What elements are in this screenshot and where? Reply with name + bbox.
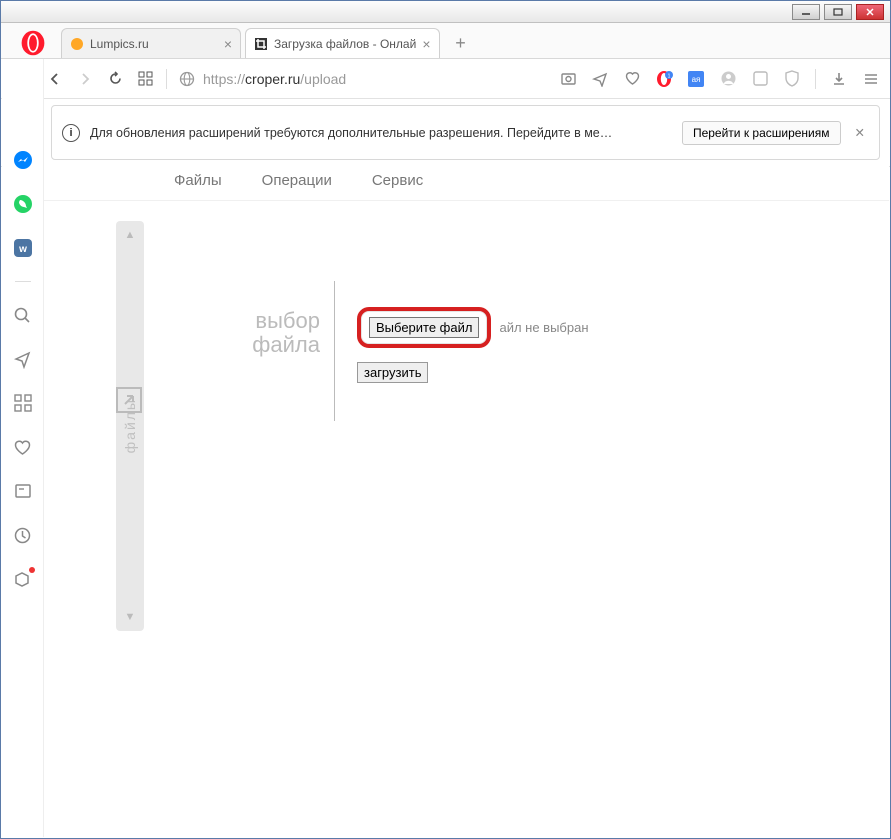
send-sidebar-icon[interactable] bbox=[12, 348, 34, 370]
minimize-button[interactable] bbox=[792, 4, 820, 20]
adblock-icon[interactable] bbox=[751, 70, 769, 88]
notification-close-icon[interactable]: ✕ bbox=[851, 125, 869, 140]
menu-operations[interactable]: Операции bbox=[262, 172, 332, 189]
download-icon[interactable] bbox=[830, 70, 848, 88]
messenger-icon[interactable] bbox=[12, 149, 34, 171]
tab-lumpics[interactable]: Lumpics.ru × bbox=[61, 28, 241, 58]
svg-text:w: w bbox=[18, 244, 27, 255]
address-bar: https://croper.ru/upload 1 aя bbox=[1, 59, 890, 99]
news-sidebar-icon[interactable] bbox=[12, 480, 34, 502]
upload-controls: Выберите файл айл не выбран загрузить bbox=[357, 281, 589, 383]
url-protocol: https:// bbox=[203, 71, 245, 87]
forward-button[interactable] bbox=[76, 70, 94, 88]
go-to-extensions-button[interactable]: Перейти к расширениям bbox=[682, 121, 841, 145]
search-icon[interactable] bbox=[12, 304, 34, 326]
send-icon[interactable] bbox=[591, 70, 609, 88]
drawer-up-icon: ▲ bbox=[125, 229, 136, 241]
shield-icon[interactable] bbox=[783, 70, 801, 88]
svg-text:1: 1 bbox=[668, 73, 671, 79]
upload-heading: выбор файла bbox=[204, 281, 334, 357]
profile-icon[interactable] bbox=[719, 70, 737, 88]
page-content: Файлы Операции Сервис ▲ файлы ▼ выбор фа… bbox=[44, 161, 889, 837]
close-button[interactable] bbox=[856, 4, 884, 20]
tab-croper[interactable]: Загрузка файлов - Онлай × bbox=[245, 28, 440, 58]
tab-close-icon[interactable]: × bbox=[224, 36, 232, 52]
menu-service[interactable]: Сервис bbox=[372, 172, 423, 189]
content-wrap: ▲ файлы ▼ выбор файла Выберите файл айл … bbox=[44, 201, 889, 421]
translate-ext-icon[interactable]: aя bbox=[687, 70, 705, 88]
speed-dial-button[interactable] bbox=[136, 70, 154, 88]
opera-ext-icon[interactable]: 1 bbox=[655, 70, 673, 88]
extensions-sidebar-icon[interactable] bbox=[12, 568, 34, 590]
heart-sidebar-icon[interactable] bbox=[12, 436, 34, 458]
url-host: croper.ru bbox=[245, 71, 300, 87]
crop-favicon-icon bbox=[254, 37, 268, 51]
new-tab-button[interactable]: + bbox=[448, 30, 474, 56]
notification-text: Для обновления расширений требуются допо… bbox=[90, 126, 612, 140]
speeddial-sidebar-icon[interactable] bbox=[12, 392, 34, 414]
tab-close-icon[interactable]: × bbox=[422, 36, 430, 52]
toolbar-icons: 1 aя bbox=[559, 69, 880, 89]
info-icon: i bbox=[62, 124, 80, 142]
url-path: /upload bbox=[300, 71, 346, 87]
tab-title: Загрузка файлов - Онлай bbox=[274, 37, 416, 51]
history-sidebar-icon[interactable] bbox=[12, 524, 34, 546]
notification-row: aя + i Для обновления расширений требуют… bbox=[1, 99, 890, 167]
divider bbox=[334, 281, 335, 421]
sidebar-separator bbox=[15, 281, 31, 282]
notification-bar: i Для обновления расширений требуются до… bbox=[51, 105, 880, 160]
drawer-down-icon: ▼ bbox=[125, 611, 136, 623]
choose-file-button[interactable]: Выберите файл bbox=[369, 317, 479, 338]
expand-icon[interactable] bbox=[116, 387, 142, 413]
tab-title: Lumpics.ru bbox=[90, 37, 149, 51]
whatsapp-icon[interactable] bbox=[12, 193, 34, 215]
titlebar bbox=[1, 1, 890, 23]
url-field[interactable]: https://croper.ru/upload bbox=[179, 71, 547, 87]
tabstrip: Lumpics.ru × Загрузка файлов - Онлай × + bbox=[1, 23, 890, 59]
annotation-highlight: Выберите файл bbox=[357, 307, 491, 348]
file-status-text: айл не выбран bbox=[499, 320, 588, 335]
files-drawer[interactable]: ▲ файлы ▼ bbox=[116, 221, 144, 631]
snapshot-icon[interactable] bbox=[559, 70, 577, 88]
heart-icon[interactable] bbox=[623, 70, 641, 88]
opera-logo-icon bbox=[19, 29, 47, 57]
back-button[interactable] bbox=[46, 70, 64, 88]
site-menu: Файлы Операции Сервис bbox=[44, 161, 889, 201]
app-sidebar: w bbox=[2, 59, 44, 837]
globe-icon bbox=[179, 71, 195, 87]
menu-icon[interactable] bbox=[862, 70, 880, 88]
file-chooser-row: Выберите файл айл не выбран bbox=[357, 307, 589, 348]
upload-area: выбор файла Выберите файл айл не выбран … bbox=[204, 281, 889, 421]
menu-files[interactable]: Файлы bbox=[174, 172, 222, 189]
favicon-icon bbox=[70, 37, 84, 51]
vk-icon[interactable]: w bbox=[12, 237, 34, 259]
reload-button[interactable] bbox=[106, 70, 124, 88]
window-frame: Lumpics.ru × Загрузка файлов - Онлай × +… bbox=[0, 0, 891, 839]
upload-button[interactable]: загрузить bbox=[357, 362, 428, 383]
maximize-button[interactable] bbox=[824, 4, 852, 20]
svg-text:aя: aя bbox=[692, 75, 701, 84]
